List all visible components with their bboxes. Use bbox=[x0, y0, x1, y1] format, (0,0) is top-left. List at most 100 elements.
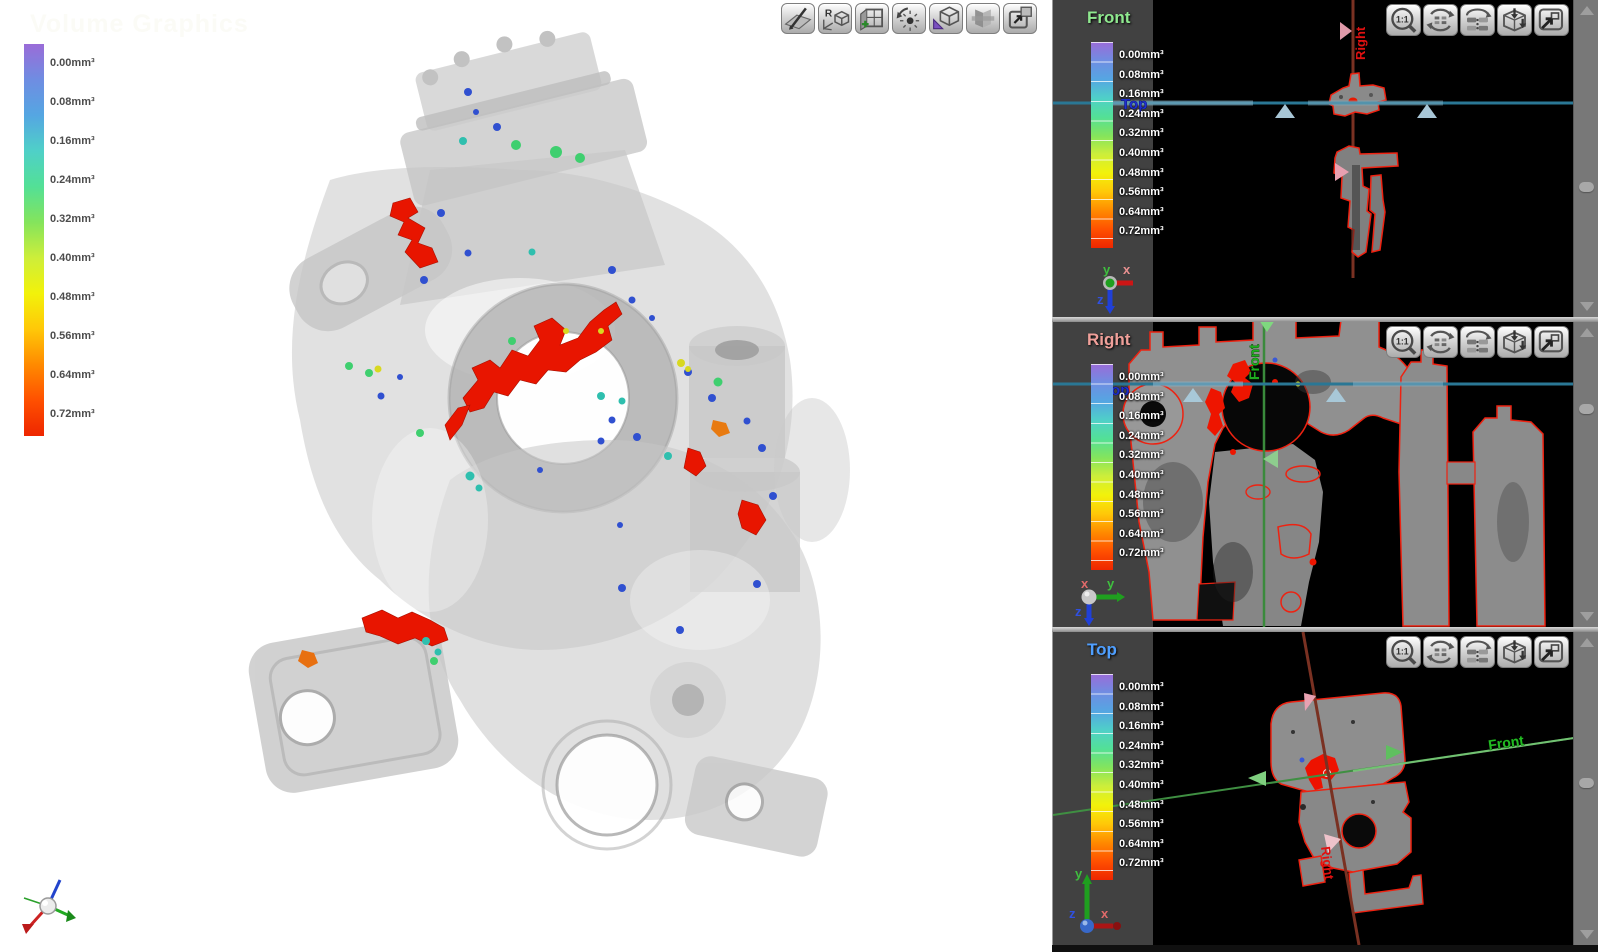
legend-label: 0.40mm³ bbox=[1119, 779, 1164, 791]
right-panel-toolbar: 1:1 bbox=[1386, 326, 1569, 358]
axis-right-label: Right bbox=[1353, 26, 1368, 60]
legend-label: 0.00mm³ bbox=[50, 57, 95, 69]
legend-label: 0.64mm³ bbox=[50, 369, 95, 381]
bottom-strip bbox=[1052, 945, 1598, 952]
crosshair-top-line-highlight bbox=[1153, 382, 1243, 387]
fit-view-button[interactable] bbox=[1497, 636, 1532, 668]
svg-text:z: z bbox=[1075, 604, 1082, 619]
right-axis-gizmo: x y z bbox=[1071, 572, 1141, 627]
slice-handle-triangle[interactable] bbox=[1275, 104, 1295, 118]
svg-text:1:1: 1:1 bbox=[1396, 646, 1409, 656]
slice-sync-button[interactable] bbox=[1423, 326, 1458, 358]
top-panel-toolbar: 1:1 bbox=[1386, 636, 1569, 668]
panel-top-title: Top bbox=[1087, 640, 1117, 660]
scroll-thumb[interactable] bbox=[1579, 404, 1594, 414]
legend-label: 0.08mm³ bbox=[1119, 701, 1164, 713]
svg-text:y: y bbox=[1103, 262, 1111, 277]
legend-label: 0.32mm³ bbox=[1119, 449, 1164, 461]
window-layout-button[interactable] bbox=[1003, 3, 1037, 34]
legend-label: 0.08mm³ bbox=[50, 96, 95, 108]
legend-label: 0.72mm³ bbox=[1119, 225, 1164, 237]
dock-view-button[interactable] bbox=[1534, 326, 1569, 358]
panel-front: Right Top Front 0.00mm³0.08mm³0.16mm³0.2… bbox=[1052, 0, 1598, 317]
legend-label: 0.08mm³ bbox=[1119, 391, 1164, 403]
legend-label: 0.00mm³ bbox=[1119, 371, 1164, 383]
legend-label: 0.56mm³ bbox=[1119, 818, 1164, 830]
legend-label: 0.64mm³ bbox=[1119, 528, 1164, 540]
panel-separator[interactable] bbox=[1052, 317, 1598, 322]
legend-label: 0.16mm³ bbox=[50, 135, 95, 147]
right-scrollbar[interactable] bbox=[1573, 322, 1598, 627]
slice-handle-triangle[interactable] bbox=[1248, 771, 1266, 786]
part-3d-rendering[interactable] bbox=[0, 0, 1046, 952]
main-3d-viewport[interactable]: Volume Graphics bbox=[0, 0, 1046, 952]
legend-label: 0.56mm³ bbox=[50, 330, 95, 342]
legend-label: 0.48mm³ bbox=[50, 291, 95, 303]
slice-handle-triangle[interactable] bbox=[1340, 22, 1352, 40]
slice-sync-button[interactable] bbox=[1423, 636, 1458, 668]
legend-label: 0.64mm³ bbox=[1119, 838, 1164, 850]
legend-label: 0.08mm³ bbox=[1119, 69, 1164, 81]
merge-view-button[interactable] bbox=[966, 3, 1000, 34]
front-axis-gizmo: y x z bbox=[1073, 258, 1143, 316]
svg-text:1:1: 1:1 bbox=[1396, 14, 1409, 24]
clipping-plane-button[interactable] bbox=[855, 3, 889, 34]
scroll-thumb[interactable] bbox=[1579, 778, 1594, 788]
legend-label: 0.48mm³ bbox=[1119, 167, 1164, 179]
legend-label: 0.16mm³ bbox=[1119, 720, 1164, 732]
part-body bbox=[244, 9, 850, 860]
legend-label: 0.40mm³ bbox=[50, 252, 95, 264]
zoom-1-1-button[interactable]: 1:1 bbox=[1386, 4, 1421, 36]
legend-label: 0.72mm³ bbox=[1119, 547, 1164, 559]
panel-right-title: Right bbox=[1087, 330, 1130, 350]
legend-label: 0.24mm³ bbox=[1119, 108, 1164, 120]
reset-registration-button[interactable]: R bbox=[818, 3, 852, 34]
slice-position-button[interactable] bbox=[1460, 326, 1495, 358]
legend-label: 0.16mm³ bbox=[1119, 410, 1164, 422]
main-axis-gizmo bbox=[22, 880, 76, 934]
scroll-up-icon[interactable] bbox=[1580, 328, 1594, 337]
slice-handle-triangle[interactable] bbox=[1417, 104, 1437, 118]
legend-gradient-bar bbox=[1091, 42, 1113, 248]
light-rotation-button[interactable] bbox=[892, 3, 926, 34]
svg-text:z: z bbox=[1097, 292, 1104, 307]
measurement-cube-button[interactable] bbox=[929, 3, 963, 34]
axis-front-label: Front bbox=[1246, 344, 1262, 380]
legend-label: 0.32mm³ bbox=[50, 213, 95, 225]
slice-position-button[interactable] bbox=[1460, 4, 1495, 36]
scroll-down-icon[interactable] bbox=[1580, 302, 1594, 311]
scroll-thumb[interactable] bbox=[1579, 182, 1594, 192]
slice-position-button[interactable] bbox=[1460, 636, 1495, 668]
svg-text:z: z bbox=[1069, 906, 1076, 921]
zoom-1-1-button[interactable]: 1:1 bbox=[1386, 326, 1421, 358]
legend-label: 0.24mm³ bbox=[1119, 430, 1164, 442]
legend-label: 0.40mm³ bbox=[1119, 469, 1164, 481]
dock-view-button[interactable] bbox=[1534, 636, 1569, 668]
crosshair-top-line-highlight bbox=[1353, 382, 1443, 387]
front-panel-toolbar: 1:1 bbox=[1386, 4, 1569, 36]
panel-separator[interactable] bbox=[1052, 627, 1598, 632]
legend-gradient-bar bbox=[24, 44, 44, 436]
scroll-up-icon[interactable] bbox=[1580, 638, 1594, 647]
clip-surface-button[interactable] bbox=[781, 3, 815, 34]
dock-view-button[interactable] bbox=[1534, 4, 1569, 36]
svg-text:y: y bbox=[1107, 576, 1115, 591]
legend-label: 0.64mm³ bbox=[1119, 206, 1164, 218]
fit-view-button[interactable] bbox=[1497, 326, 1532, 358]
top-axis-gizmo: y z x bbox=[1065, 864, 1135, 942]
scroll-up-icon[interactable] bbox=[1580, 6, 1594, 15]
legend-label: 0.00mm³ bbox=[1119, 681, 1164, 693]
scroll-down-icon[interactable] bbox=[1580, 612, 1594, 621]
svg-text:x: x bbox=[1101, 906, 1109, 921]
slice-sync-button[interactable] bbox=[1423, 4, 1458, 36]
zoom-1-1-button[interactable]: 1:1 bbox=[1386, 636, 1421, 668]
right-slice-image bbox=[1123, 322, 1545, 626]
top-scrollbar[interactable] bbox=[1573, 632, 1598, 945]
scroll-down-icon[interactable] bbox=[1580, 930, 1594, 939]
fit-view-button[interactable] bbox=[1497, 4, 1532, 36]
svg-text:y: y bbox=[1075, 866, 1083, 881]
front-scrollbar[interactable] bbox=[1573, 0, 1598, 317]
svg-text:R: R bbox=[825, 8, 833, 19]
legend-label: 0.32mm³ bbox=[1119, 759, 1164, 771]
axis-front-label: Front bbox=[1487, 732, 1525, 753]
